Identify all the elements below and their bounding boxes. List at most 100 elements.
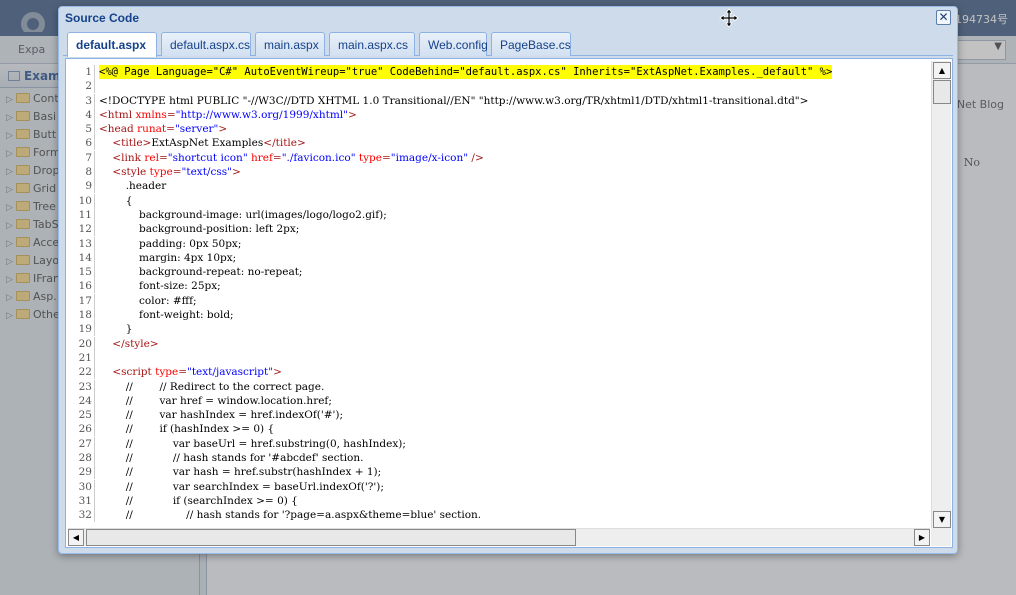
code-token: </style> [112, 337, 159, 350]
line-number: 8 [85, 166, 92, 179]
code-text: // // hash stands for '#abcdef' section. [99, 451, 364, 465]
tab-pagebase-cs[interactable]: PageBase.cs [491, 32, 571, 56]
code-text: <%@ Page Language="C#" AutoEventWireup="… [99, 65, 833, 80]
code-token: rel [144, 151, 159, 164]
code-text: </style> [99, 337, 159, 351]
code-token: "http://www.w3.org/1999/xhtml" [175, 108, 348, 121]
code-token: "server" [174, 123, 219, 136]
gutter-divider [94, 451, 95, 466]
code-line: 31 // if (searchIndex >= 0) { [68, 493, 832, 508]
line-number: 17 [78, 294, 92, 307]
code-line: 12 background-position: left 2px; [68, 222, 832, 237]
code-token: = [381, 151, 391, 164]
code-token: > [273, 366, 282, 379]
line-number: 28 [78, 452, 92, 465]
code-token: // var baseUrl = href.substring(0, hashI… [99, 437, 406, 450]
code-text: font-weight: bold; [99, 308, 234, 322]
window-header[interactable]: Source Code ✕ [59, 7, 957, 29]
code-token: /> [471, 151, 484, 164]
code-text: // if (hashIndex >= 0) { [99, 422, 274, 436]
line-number: 18 [78, 309, 92, 322]
arrow-right-icon: ▶ [918, 533, 926, 542]
line-number: 27 [78, 437, 92, 450]
line-number: 31 [78, 494, 92, 507]
scroll-left-button[interactable]: ◀ [68, 529, 84, 546]
window-title: Source Code [65, 11, 140, 25]
line-number: 7 [85, 151, 92, 164]
line-number: 4 [85, 108, 92, 121]
horizontal-scroll-thumb[interactable] [86, 529, 576, 546]
code-token: <script [112, 366, 156, 379]
code-token: margin: 4px 10px; [99, 251, 237, 264]
code-token: // var hash = href.substr(hashIndex + 1)… [99, 466, 382, 479]
code-token: background-repeat: no-repeat; [99, 266, 303, 279]
tab-default-aspx[interactable]: default.aspx [67, 32, 157, 57]
tab-main-aspx[interactable]: main.aspx [255, 32, 325, 56]
gutter-divider [94, 193, 95, 208]
line-number: 5 [85, 123, 92, 136]
code-line: 25 // var hashIndex = href.indexOf('#'); [68, 408, 832, 423]
code-token: } [99, 323, 133, 336]
tab-web-config[interactable]: Web.config [419, 32, 488, 56]
line-number: 6 [85, 137, 92, 150]
line-number: 21 [78, 351, 92, 364]
line-number: 32 [78, 509, 92, 522]
line-number: 29 [78, 466, 92, 479]
gutter-divider [94, 393, 95, 408]
code-text: // // Redirect to the correct page. [99, 380, 325, 394]
tab-default-aspx-cs[interactable]: default.aspx.cs [161, 32, 251, 56]
code-token: type [155, 366, 179, 379]
code-line: 24 // var href = window.location.href; [68, 393, 832, 408]
code-token: { [99, 194, 133, 207]
scroll-down-button[interactable]: ▼ [933, 511, 951, 528]
gutter-divider [94, 408, 95, 423]
code-token: <%@ Page Language="C#" AutoEventWireup="… [99, 66, 833, 78]
scroll-up-button[interactable]: ▲ [933, 62, 951, 79]
line-number: 14 [78, 251, 92, 264]
gutter-divider [94, 293, 95, 308]
code-line: 32 // // hash stands for '?page=a.aspx&t… [68, 508, 832, 523]
gutter-divider [94, 265, 95, 280]
code-text: <head runat="server"> [99, 122, 227, 136]
gutter-divider [94, 107, 95, 122]
scroll-right-button[interactable]: ▶ [914, 529, 930, 546]
code-line: 18 font-weight: bold; [68, 308, 832, 323]
code-text: background-repeat: no-repeat; [99, 265, 302, 279]
code-text: // var hash = href.substr(hashIndex + 1)… [99, 465, 382, 479]
scrollbar-corner [931, 528, 951, 546]
horizontal-scrollbar[interactable]: ◀ ▶ [68, 528, 930, 546]
code-viewer[interactable]: 1 <%@ Page Language="C#" AutoEventWireup=… [68, 61, 930, 527]
code-token: font-weight: bold; [99, 309, 234, 322]
line-number: 22 [78, 366, 92, 379]
code-line: 4 <html xmlns="http://www.w3.org/1999/xht… [68, 107, 832, 122]
code-panel: 1 <%@ Page Language="C#" AutoEventWireup=… [65, 58, 953, 548]
code-text: <title>ExtAspNet Examples</title> [99, 136, 305, 150]
code-text: // var baseUrl = href.substring(0, hashI… [99, 437, 406, 451]
code-text: <html xmlns="http://www.w3.org/1999/xhtm… [99, 108, 357, 122]
line-number: 25 [78, 409, 92, 422]
close-icon: ✕ [938, 10, 949, 24]
code-text: padding: 0px 50px; [99, 237, 241, 251]
file-tabs: default.aspx default.aspx.cs main.aspx main… [63, 30, 953, 57]
line-number: 1 [85, 66, 92, 78]
gutter-divider [94, 150, 95, 165]
close-button[interactable]: ✕ [936, 10, 951, 25]
code-line: 21 [68, 350, 832, 365]
vertical-scrollbar[interactable]: ▲ ▼ [931, 61, 951, 529]
code-token: background-image: url(images/logo/logo2.… [99, 208, 387, 221]
code-token: // if (hashIndex >= 0) { [99, 423, 275, 436]
vertical-scroll-thumb[interactable] [933, 80, 951, 104]
gutter-divider [94, 79, 95, 94]
code-token: // // hash stands for '#abcdef' section. [99, 452, 364, 465]
code-line: 2 [68, 79, 832, 94]
gutter-divider [94, 65, 95, 79]
code-token: = [272, 151, 282, 164]
tab-main-aspx-cs[interactable]: main.aspx.cs [329, 32, 415, 56]
line-number: 26 [78, 423, 92, 436]
code-line: 8 <style type="text/css"> [68, 165, 832, 180]
gutter-divider [94, 250, 95, 265]
gutter-divider [94, 436, 95, 451]
code-token: .header [99, 180, 167, 193]
